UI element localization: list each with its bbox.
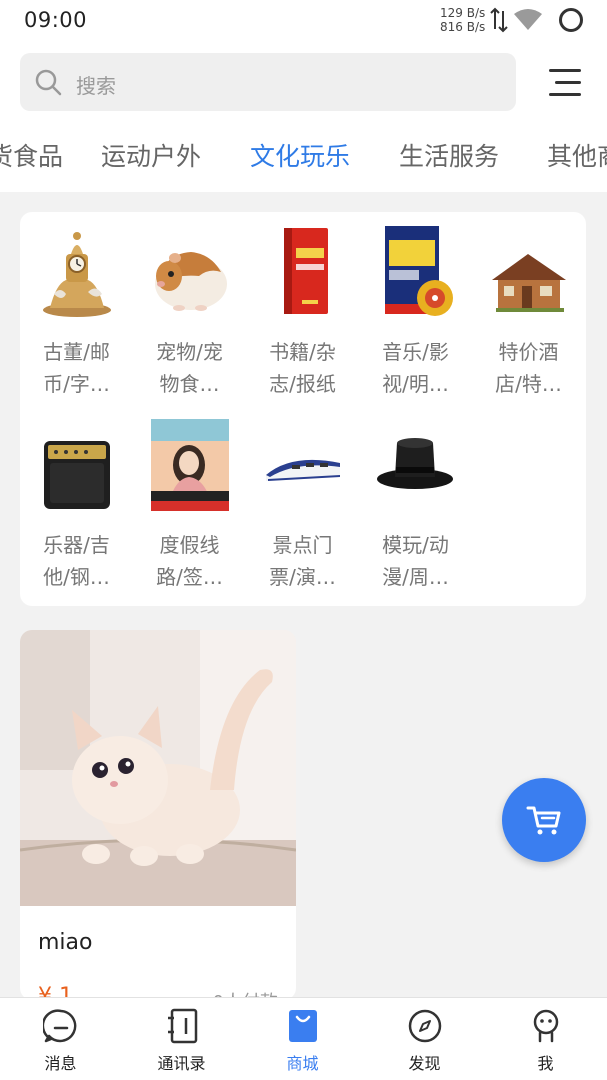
category-label: 景点门 票/演… bbox=[269, 533, 336, 589]
category-label: 乐器/吉 他/钢… bbox=[43, 533, 110, 589]
house-icon bbox=[492, 254, 566, 312]
top-hat-icon bbox=[377, 438, 453, 489]
profile-icon bbox=[533, 1009, 559, 1043]
data-transfer-icon bbox=[490, 7, 508, 33]
category-item-instruments[interactable]: 乐器/吉 他/钢… bbox=[20, 405, 133, 595]
compass-icon bbox=[408, 1009, 442, 1043]
search-input[interactable]: 搜索 bbox=[20, 53, 516, 111]
cart-button[interactable] bbox=[502, 778, 586, 862]
amplifier-icon bbox=[44, 441, 110, 509]
nav-label: 商城 bbox=[286, 1054, 319, 1073]
dictionary-icon bbox=[284, 228, 328, 314]
category-label: 度假线 路/签… bbox=[156, 533, 223, 589]
category-item-travel[interactable]: 度假线 路/签… bbox=[133, 405, 246, 595]
category-item-models-anime[interactable]: 模玩/动 漫/周… bbox=[359, 405, 472, 595]
tab-sports-outdoor[interactable]: 运动户外 bbox=[101, 137, 201, 173]
music-cd-icon bbox=[385, 226, 453, 316]
category-item-books[interactable]: 书籍/杂 志/报纸 bbox=[246, 212, 359, 402]
tab-food[interactable]: 货食品 bbox=[0, 137, 63, 173]
net-speed-up: 129 B/s bbox=[440, 6, 486, 20]
cart-icon bbox=[526, 806, 561, 835]
search-placeholder: 搜索 bbox=[76, 74, 116, 98]
shop-bag-icon bbox=[289, 1010, 317, 1042]
product-name: miao bbox=[38, 930, 93, 955]
nav-shop[interactable]: 商城 bbox=[242, 998, 363, 1080]
category-label: 特价酒 店/特… bbox=[495, 340, 562, 396]
category-label: 古董/邮 币/字… bbox=[43, 340, 110, 396]
bottom-nav: 消息 通讯录 商城 发现 我 bbox=[0, 997, 607, 1080]
nav-label: 通讯录 bbox=[157, 1054, 206, 1073]
header: 搜索 货食品 运动户外 文化玩乐 生活服务 其他商 bbox=[0, 42, 607, 192]
category-label: 宠物/宠 物食… bbox=[156, 340, 223, 396]
tab-life-services[interactable]: 生活服务 bbox=[399, 137, 499, 173]
category-label: 音乐/影 视/明… bbox=[382, 340, 449, 396]
hamster-icon bbox=[155, 252, 227, 311]
tab-other[interactable]: 其他商 bbox=[547, 137, 607, 173]
category-item-tickets[interactable]: 景点门 票/演… bbox=[246, 405, 359, 595]
nav-messages[interactable]: 消息 bbox=[0, 998, 121, 1080]
network-speed: 129 B/s 816 B/s bbox=[440, 6, 485, 34]
message-icon bbox=[43, 1009, 77, 1043]
net-speed-down: 816 B/s bbox=[440, 20, 486, 34]
category-label: 模玩/动 漫/周… bbox=[382, 533, 449, 589]
category-grid: 古董/邮 币/字… 宠物/宠 物食… 书籍/杂 志/报纸 音乐/影 视/明… 特… bbox=[20, 212, 586, 606]
wifi-icon bbox=[514, 9, 542, 30]
product-card[interactable]: miao ¥ 1 0人付款 bbox=[20, 630, 296, 1000]
nav-profile[interactable]: 我 bbox=[485, 998, 606, 1080]
search-icon bbox=[35, 69, 62, 96]
category-tabs: 货食品 运动户外 文化玩乐 生活服务 其他商 bbox=[0, 137, 607, 177]
status-bar: 09:00 129 B/s 816 B/s bbox=[0, 0, 607, 42]
menu-icon[interactable] bbox=[549, 67, 583, 99]
nav-label: 消息 bbox=[44, 1054, 77, 1073]
category-label: 书籍/杂 志/报纸 bbox=[269, 340, 336, 396]
category-item-hotels[interactable]: 特价酒 店/特… bbox=[472, 212, 585, 402]
category-item-pets[interactable]: 宠物/宠 物食… bbox=[133, 212, 246, 402]
tab-culture-entertainment[interactable]: 文化玩乐 bbox=[250, 137, 350, 173]
nav-label: 我 bbox=[537, 1054, 554, 1073]
antique-clock-icon bbox=[43, 232, 111, 317]
nav-discover[interactable]: 发现 bbox=[364, 998, 485, 1080]
contacts-icon bbox=[168, 1008, 198, 1044]
category-item-music-video[interactable]: 音乐/影 视/明… bbox=[359, 212, 472, 402]
status-time: 09:00 bbox=[24, 8, 88, 32]
category-item-antiques[interactable]: 古董/邮 币/字… bbox=[20, 212, 133, 402]
travel-poster-icon bbox=[151, 419, 229, 511]
nav-contacts[interactable]: 通讯录 bbox=[121, 998, 242, 1080]
train-icon bbox=[266, 459, 340, 481]
product-image bbox=[20, 630, 296, 906]
status-circle-icon bbox=[559, 8, 583, 32]
nav-label: 发现 bbox=[408, 1054, 441, 1073]
